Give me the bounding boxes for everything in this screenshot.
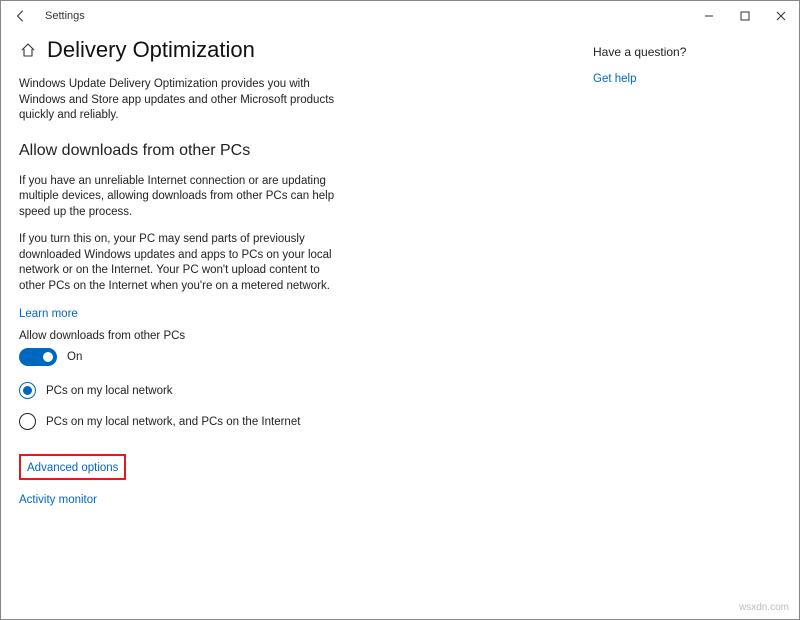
side-panel: Have a question? Get help bbox=[593, 37, 773, 506]
side-question: Have a question? bbox=[593, 45, 773, 59]
section-para-2: If you turn this on, your PC may send pa… bbox=[19, 232, 349, 294]
main-content: Delivery Optimization Windows Update Del… bbox=[19, 37, 549, 506]
page-description: Windows Update Delivery Optimization pro… bbox=[19, 77, 339, 124]
home-icon[interactable] bbox=[19, 41, 37, 59]
radio-button-icon bbox=[19, 413, 36, 430]
toggle-knob bbox=[43, 352, 53, 362]
maximize-button[interactable] bbox=[727, 1, 763, 31]
allow-downloads-toggle[interactable] bbox=[19, 348, 57, 366]
radio-label: PCs on my local network, and PCs on the … bbox=[46, 416, 300, 428]
radio-option-local[interactable]: PCs on my local network bbox=[19, 382, 549, 399]
back-button[interactable] bbox=[11, 6, 31, 26]
page-title: Delivery Optimization bbox=[47, 37, 255, 63]
get-help-link[interactable]: Get help bbox=[593, 73, 636, 85]
window-title: Settings bbox=[45, 10, 85, 22]
window-controls bbox=[691, 1, 799, 31]
section-title: Allow downloads from other PCs bbox=[19, 142, 549, 160]
radio-button-icon bbox=[19, 382, 36, 399]
radio-label: PCs on my local network bbox=[46, 385, 173, 397]
section-para-1: If you have an unreliable Internet conne… bbox=[19, 174, 349, 221]
highlight-annotation: Advanced options bbox=[19, 454, 126, 480]
learn-more-link[interactable]: Learn more bbox=[19, 308, 78, 320]
watermark: wsxdn.com bbox=[739, 602, 789, 613]
radio-option-internet[interactable]: PCs on my local network, and PCs on the … bbox=[19, 413, 549, 430]
minimize-button[interactable] bbox=[691, 1, 727, 31]
activity-monitor-link[interactable]: Activity monitor bbox=[19, 494, 97, 506]
toggle-label: Allow downloads from other PCs bbox=[19, 330, 549, 342]
toggle-state: On bbox=[67, 351, 82, 363]
advanced-options-link[interactable]: Advanced options bbox=[27, 462, 118, 474]
close-button[interactable] bbox=[763, 1, 799, 31]
titlebar: Settings bbox=[1, 1, 799, 31]
